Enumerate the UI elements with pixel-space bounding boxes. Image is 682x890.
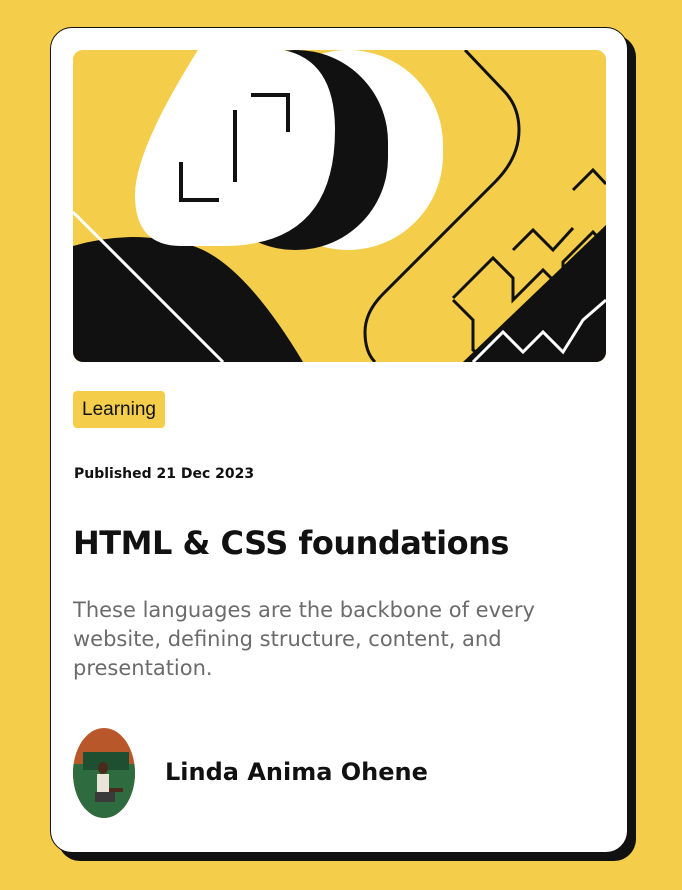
card-description: These languages are the backbone of ever… [73,598,535,680]
hero-illustration [73,50,606,362]
category-tag: Learning [73,391,165,428]
card-title[interactable]: HTML & CSS foundations [73,524,509,562]
author-name: Linda Anima Ohene [165,758,428,786]
published-date: Published 21 Dec 2023 [74,466,255,482]
blog-preview-card: Learning Published 21 Dec 2023 HTML & CS… [50,27,628,853]
author-avatar [73,728,135,818]
